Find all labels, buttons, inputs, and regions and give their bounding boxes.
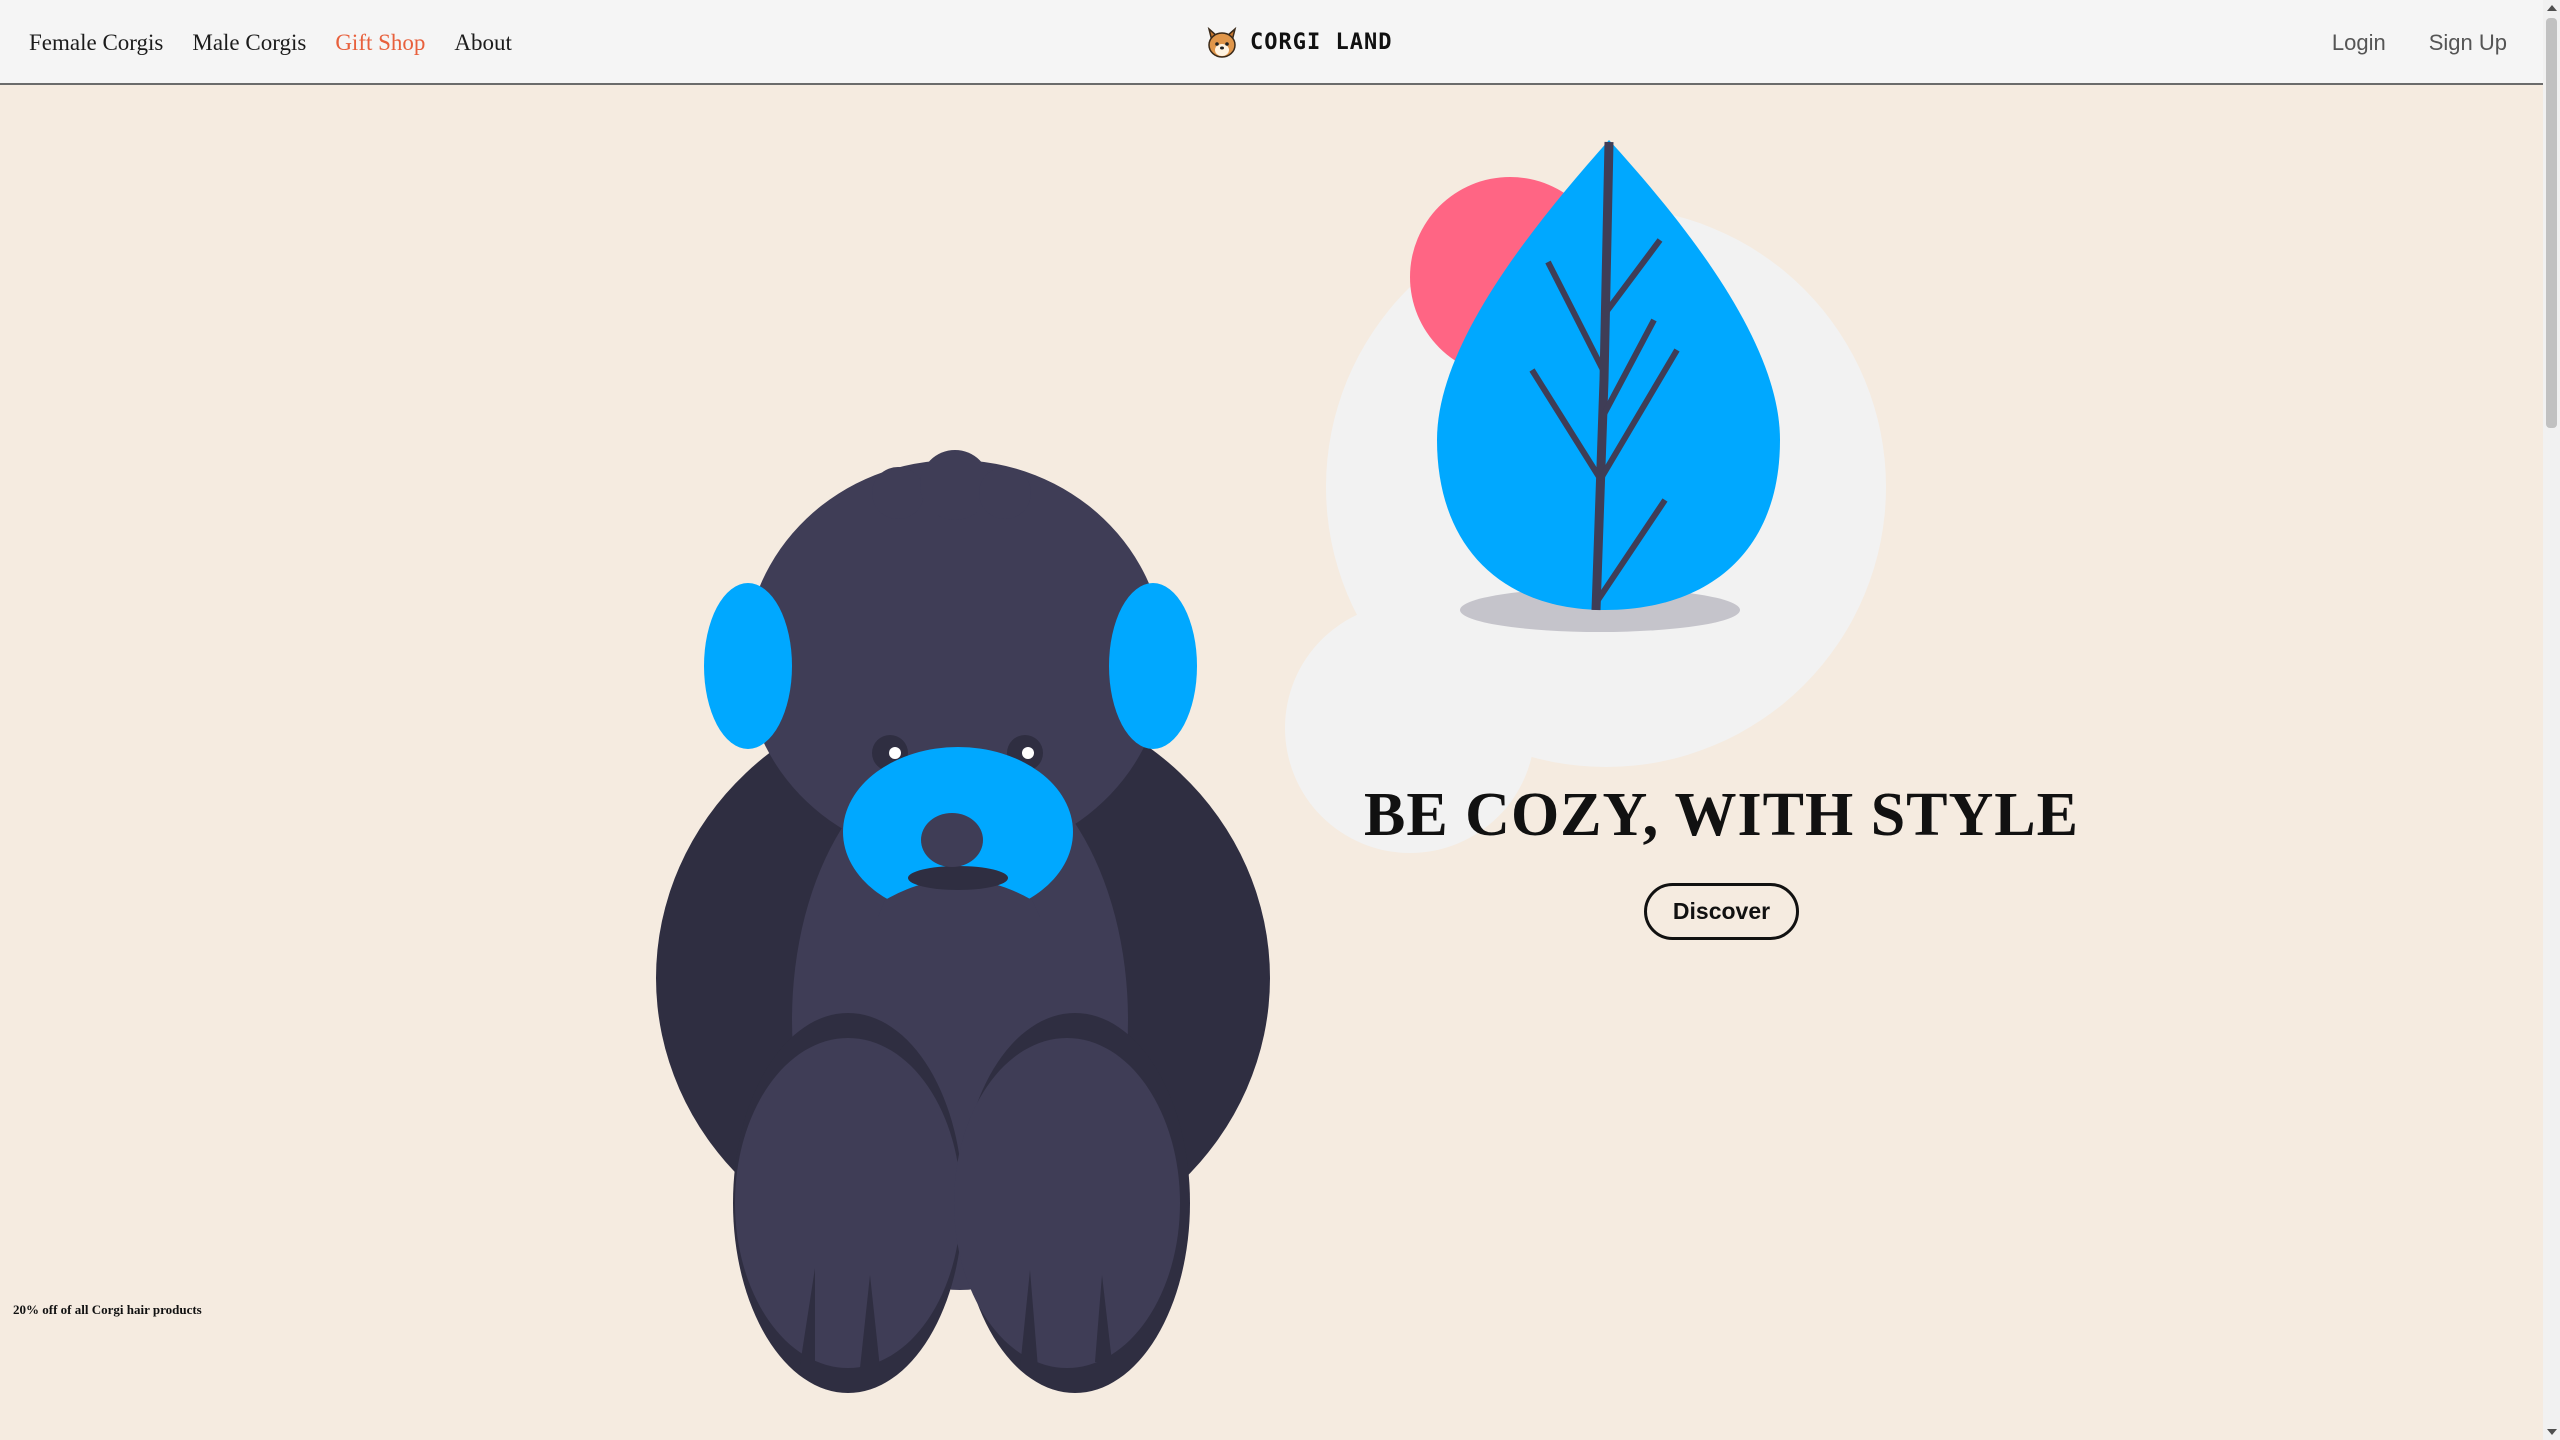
gorilla-illustration bbox=[656, 450, 1270, 1393]
scroll-down-icon[interactable] bbox=[2547, 1429, 2557, 1435]
corgi-face-icon bbox=[1207, 26, 1237, 58]
hero-illustration bbox=[656, 140, 1886, 1393]
scroll-up-icon[interactable] bbox=[2547, 5, 2557, 11]
discover-button[interactable]: Discover bbox=[1644, 883, 1799, 940]
hero-headline: BE COZY, WITH STYLE bbox=[1363, 781, 2080, 849]
scrollbar-thumb[interactable] bbox=[2546, 18, 2557, 428]
leaf-illustration bbox=[1285, 140, 1886, 853]
nav-link-female-corgis[interactable]: Female Corgis bbox=[29, 30, 163, 56]
login-link[interactable]: Login bbox=[2332, 30, 2386, 56]
brand-name: CORGI LAND bbox=[1250, 30, 1393, 55]
brand-logo[interactable]: CORGI LAND bbox=[1204, 0, 1392, 85]
vertical-scrollbar[interactable] bbox=[2543, 0, 2560, 1440]
nav-link-about[interactable]: About bbox=[454, 30, 512, 56]
nav-link-gift-shop[interactable]: Gift Shop bbox=[335, 30, 425, 56]
signup-link[interactable]: Sign Up bbox=[2429, 30, 2507, 56]
auth-links: Login Sign Up bbox=[2332, 0, 2507, 85]
nav-link-male-corgis[interactable]: Male Corgis bbox=[192, 30, 306, 56]
promo-text: 20% off of all Corgi hair products bbox=[13, 1302, 202, 1317]
nav-links: Female Corgis Male Corgis Gift Shop Abou… bbox=[29, 0, 512, 85]
navbar: Female Corgis Male Corgis Gift Shop Abou… bbox=[0, 0, 2543, 85]
